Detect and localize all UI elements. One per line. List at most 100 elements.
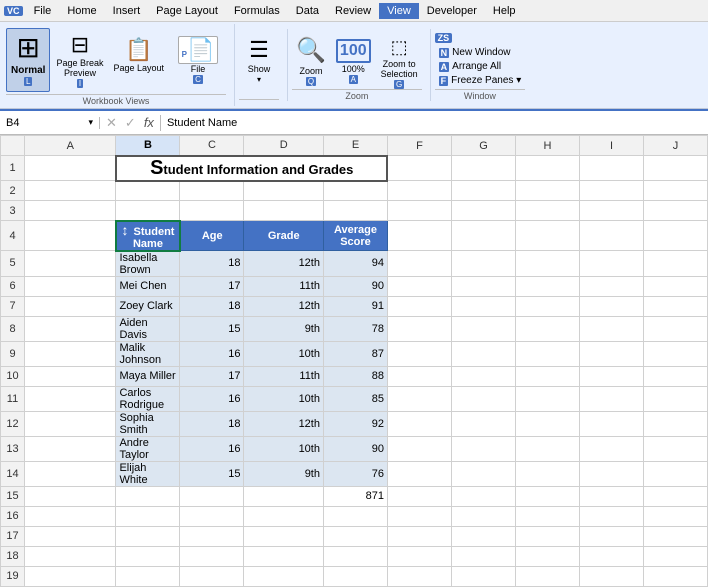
cell-G9[interactable] (451, 341, 515, 366)
col-header-D[interactable]: D (244, 136, 324, 156)
cell-I9[interactable] (579, 341, 643, 366)
cell-J12[interactable] (644, 411, 708, 436)
zoom100-button[interactable]: 100 100% A (332, 33, 375, 89)
cell-A2[interactable] (25, 181, 116, 201)
cell-C10[interactable]: 17 (180, 366, 244, 386)
cell-H7[interactable] (515, 296, 579, 316)
show-button[interactable]: ☰ Show ▾ (239, 33, 279, 87)
cell-C8[interactable]: 15 (180, 316, 244, 341)
cell-A17[interactable] (25, 526, 116, 546)
cell-E13[interactable]: 90 (323, 436, 387, 461)
cell-A9[interactable] (25, 341, 116, 366)
row-num[interactable]: 13 (1, 436, 25, 461)
cell-E12[interactable]: 92 (323, 411, 387, 436)
cell-A18[interactable] (25, 546, 116, 566)
cell-I12[interactable] (579, 411, 643, 436)
cell-D3[interactable] (244, 201, 324, 221)
cell-H11[interactable] (515, 386, 579, 411)
cell-G4[interactable] (451, 221, 515, 251)
cell-A3[interactable] (25, 201, 116, 221)
cell-F15[interactable] (387, 486, 451, 506)
cell-G11[interactable] (451, 386, 515, 411)
cell-B14[interactable]: Elijah White (116, 461, 180, 486)
row-num[interactable]: 17 (1, 526, 25, 546)
cell-B13[interactable]: Andre Taylor (116, 436, 180, 461)
cell-D16[interactable] (244, 506, 324, 526)
cell-G10[interactable] (451, 366, 515, 386)
cell-D5[interactable]: 12th (244, 251, 324, 277)
cell-F6[interactable] (387, 276, 451, 296)
cell-D10[interactable]: 11th (244, 366, 324, 386)
cell-E7[interactable]: 91 (323, 296, 387, 316)
zoom-to-selection-button[interactable]: ⬚ Zoom toSelection G (377, 33, 422, 89)
cell-B7[interactable]: Zoey Clark (116, 296, 180, 316)
cell-H15[interactable] (515, 486, 579, 506)
row-num[interactable]: 18 (1, 546, 25, 566)
cell-G19[interactable] (451, 566, 515, 586)
cell-C9[interactable]: 16 (180, 341, 244, 366)
cell-F7[interactable] (387, 296, 451, 316)
cell-J16[interactable] (644, 506, 708, 526)
cell-H1[interactable] (515, 156, 579, 181)
cell-D4[interactable]: Grade (244, 221, 324, 251)
page-layout-button[interactable]: 📋 Page Layout . (109, 28, 168, 92)
cell-A13[interactable] (25, 436, 116, 461)
cell-J2[interactable] (644, 181, 708, 201)
cell-A7[interactable] (25, 296, 116, 316)
cell-J13[interactable] (644, 436, 708, 461)
cell-A19[interactable] (25, 566, 116, 586)
menu-help[interactable]: Help (485, 3, 524, 19)
cell-J7[interactable] (644, 296, 708, 316)
col-header-F[interactable]: F (387, 136, 451, 156)
cell-C12[interactable]: 18 (180, 411, 244, 436)
row-num[interactable]: 11 (1, 386, 25, 411)
enter-icon[interactable]: ✓ (125, 115, 136, 131)
cell-H3[interactable] (515, 201, 579, 221)
cell-D18[interactable] (244, 546, 324, 566)
cell-A16[interactable] (25, 506, 116, 526)
cell-J5[interactable] (644, 251, 708, 277)
cell-I1[interactable] (579, 156, 643, 181)
cell-J10[interactable] (644, 366, 708, 386)
cell-G1[interactable] (451, 156, 515, 181)
cell-D17[interactable] (244, 526, 324, 546)
row-num[interactable]: 3 (1, 201, 25, 221)
cell-E8[interactable]: 78 (323, 316, 387, 341)
cell-I6[interactable] (579, 276, 643, 296)
cell-F14[interactable] (387, 461, 451, 486)
cell-F4[interactable] (387, 221, 451, 251)
cell-B12[interactable]: Sophia Smith (116, 411, 180, 436)
row-num[interactable]: 16 (1, 506, 25, 526)
cell-B1[interactable]: Student Information and Grades (116, 156, 388, 181)
cell-G7[interactable] (451, 296, 515, 316)
cell-G17[interactable] (451, 526, 515, 546)
cell-J17[interactable] (644, 526, 708, 546)
row-num[interactable]: 7 (1, 296, 25, 316)
cell-H9[interactable] (515, 341, 579, 366)
cell-B17[interactable] (116, 526, 180, 546)
row-num[interactable]: 8 (1, 316, 25, 341)
cell-E4[interactable]: Average Score (323, 221, 387, 251)
cell-J14[interactable] (644, 461, 708, 486)
cell-I8[interactable] (579, 316, 643, 341)
cell-G12[interactable] (451, 411, 515, 436)
cell-F19[interactable] (387, 566, 451, 586)
cell-H16[interactable] (515, 506, 579, 526)
cell-D6[interactable]: 11th (244, 276, 324, 296)
cell-B8[interactable]: Aiden Davis (116, 316, 180, 341)
cell-G5[interactable] (451, 251, 515, 277)
cell-J19[interactable] (644, 566, 708, 586)
cell-D13[interactable]: 10th (244, 436, 324, 461)
cell-E16[interactable] (323, 506, 387, 526)
cell-B11[interactable]: Carlos Rodrigue (116, 386, 180, 411)
cell-I14[interactable] (579, 461, 643, 486)
row-num[interactable]: 5 (1, 251, 25, 277)
cell-B4[interactable]: ↕ Student Name (116, 221, 180, 251)
row-num[interactable]: 4 (1, 221, 25, 251)
cell-D12[interactable]: 12th (244, 411, 324, 436)
cell-F2[interactable] (387, 181, 451, 201)
cell-B15[interactable] (116, 486, 180, 506)
cell-D19[interactable] (244, 566, 324, 586)
row-num[interactable]: 14 (1, 461, 25, 486)
custom-views-button[interactable]: P📄 File C (170, 28, 226, 92)
